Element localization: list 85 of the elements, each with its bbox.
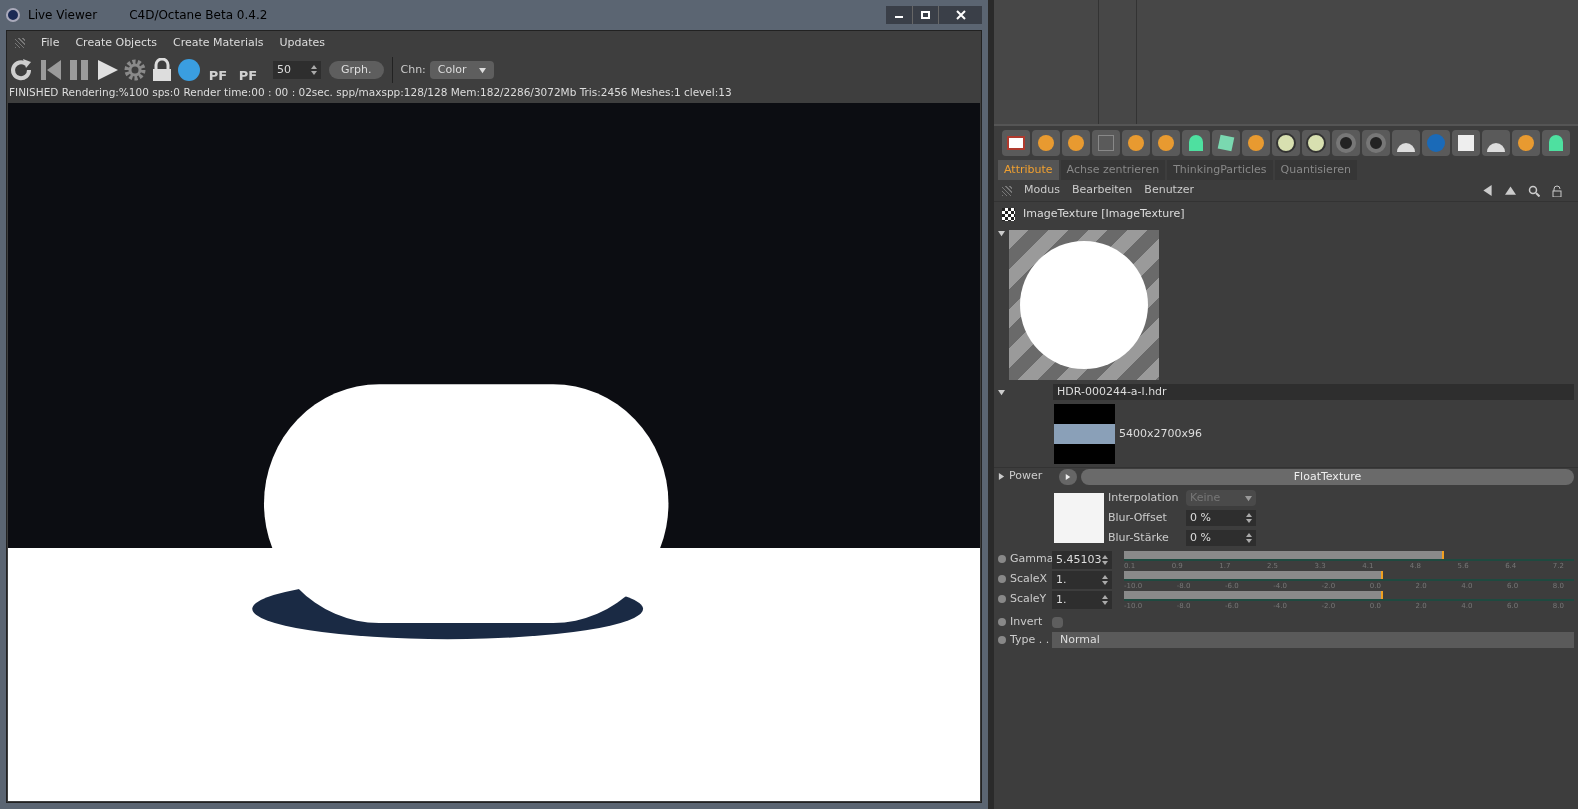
orb-icon[interactable] xyxy=(1152,130,1180,156)
app-logo-icon xyxy=(6,8,20,22)
slider-label: Gamma xyxy=(1010,551,1052,567)
menu-item[interactable]: Benutzer xyxy=(1144,182,1194,199)
slider-track[interactable] xyxy=(1124,551,1574,561)
pf-icon[interactable]: PF xyxy=(235,58,261,82)
field-label: Blur-Offset xyxy=(1108,509,1168,526)
skip-back-icon[interactable] xyxy=(39,58,63,82)
close-icon[interactable] xyxy=(938,6,983,24)
value-field[interactable]: 5.45103 xyxy=(1052,551,1112,569)
window-title: Live Viewer xyxy=(28,7,98,24)
menu-item[interactable]: Modus xyxy=(1024,182,1060,199)
spinner-field[interactable]: 0 % xyxy=(1186,530,1256,546)
file-path-field[interactable]: HDR-000244-a-l.hdr xyxy=(1053,384,1574,400)
lock-icon[interactable] xyxy=(151,58,173,82)
hdr-thumbnail xyxy=(1054,404,1115,464)
dome-icon[interactable] xyxy=(1482,130,1510,156)
play-icon xyxy=(1065,473,1071,480)
checker-icon xyxy=(1002,207,1015,221)
stepper-arrows-icon[interactable] xyxy=(1246,513,1252,523)
orb-icon[interactable] xyxy=(1512,130,1540,156)
back-arrow-icon[interactable] xyxy=(1482,185,1493,196)
type-label: Type . . xyxy=(1010,631,1051,648)
stepper-arrows-icon[interactable] xyxy=(1102,555,1108,565)
channel-dropdown[interactable]: Color xyxy=(429,61,494,79)
caret-icon xyxy=(478,66,486,74)
up-arrow-icon[interactable] xyxy=(1505,185,1516,196)
pf-icon[interactable]: PF xyxy=(205,58,231,82)
menu-item[interactable]: Create Objects xyxy=(75,34,158,52)
slider-track[interactable] xyxy=(1124,591,1574,601)
value-field[interactable]: 1. xyxy=(1052,571,1112,589)
menu-item[interactable]: Bearbeiten xyxy=(1071,182,1133,199)
samples-field[interactable]: 50 xyxy=(273,61,321,79)
type-dropdown[interactable]: Normal xyxy=(1052,632,1574,648)
layout-icon[interactable] xyxy=(1002,130,1030,156)
menu-item[interactable]: File xyxy=(41,34,60,52)
float-texture-button[interactable]: FloatTexture xyxy=(1081,468,1574,485)
stepper-arrows-icon[interactable] xyxy=(311,65,317,75)
pause-icon[interactable] xyxy=(67,58,91,82)
grip-icon xyxy=(15,38,25,48)
invert-label: Invert xyxy=(1010,613,1044,630)
field-label: Blur-Stärke xyxy=(1108,529,1170,546)
sphere-icon[interactable] xyxy=(177,58,201,82)
slider-track[interactable] xyxy=(1124,571,1574,581)
play-button[interactable] xyxy=(1059,468,1077,485)
menu-item[interactable]: Create Materials xyxy=(173,34,264,52)
resolution-text: 5400x2700x96 xyxy=(1119,425,1202,442)
orb-icon[interactable] xyxy=(1032,130,1060,156)
tab[interactable]: Achse zentrieren xyxy=(1060,160,1166,180)
field-label: Interpolation xyxy=(1108,489,1180,506)
lens-icon[interactable] xyxy=(1332,130,1360,156)
search-icon[interactable] xyxy=(1528,184,1540,197)
menu-item[interactable]: Updates xyxy=(279,34,326,52)
channel-label: Chn: xyxy=(400,61,426,78)
orb-icon[interactable] xyxy=(1122,130,1150,156)
maximize-icon[interactable] xyxy=(912,6,939,24)
grip-icon xyxy=(1002,185,1012,196)
object-title: ImageTexture [ImageTexture] xyxy=(1023,205,1185,222)
collapse-icon[interactable] xyxy=(998,388,1005,396)
color-swatch xyxy=(1054,493,1104,543)
slider-label: ScaleY xyxy=(1010,591,1048,607)
play-icon[interactable] xyxy=(95,58,119,82)
lock-icon[interactable] xyxy=(1552,184,1562,197)
dial-icon[interactable] xyxy=(1272,130,1300,156)
window-subtitle: C4D/Octane Beta 0.4.2 xyxy=(129,7,268,24)
status-text: FINISHED Rendering:%100 sps:0 Render time:00 : 00 : 02sec. spp/maxspp:128/128 Mem:182/2286/3072Mb Tris:2456 Meshes:1 clevel:13 xyxy=(8,85,733,100)
stepper-arrows-icon[interactable] xyxy=(1102,595,1108,605)
stepper-arrows-icon[interactable] xyxy=(1246,533,1252,543)
lens-icon[interactable] xyxy=(1362,130,1390,156)
dome-icon[interactable] xyxy=(1392,130,1420,156)
graph-button[interactable]: Grph. xyxy=(329,61,384,79)
power-label: Power xyxy=(1009,468,1044,485)
caret-icon xyxy=(1245,494,1252,502)
stepper-arrows-icon[interactable] xyxy=(1102,575,1108,585)
slider-label: ScaleX xyxy=(1010,571,1049,587)
collapse-icon[interactable] xyxy=(998,230,1005,237)
spinner-field[interactable]: 0 % xyxy=(1186,510,1256,526)
square-icon[interactable] xyxy=(1452,130,1480,156)
invert-checkbox[interactable] xyxy=(1052,616,1063,628)
dial-icon[interactable] xyxy=(1302,130,1330,156)
expand-icon[interactable] xyxy=(998,473,1005,480)
minimize-icon[interactable] xyxy=(886,6,913,24)
orb-icon[interactable] xyxy=(1062,130,1090,156)
tab[interactable]: Attribute xyxy=(998,160,1059,180)
value-field[interactable]: 1. xyxy=(1052,591,1112,609)
